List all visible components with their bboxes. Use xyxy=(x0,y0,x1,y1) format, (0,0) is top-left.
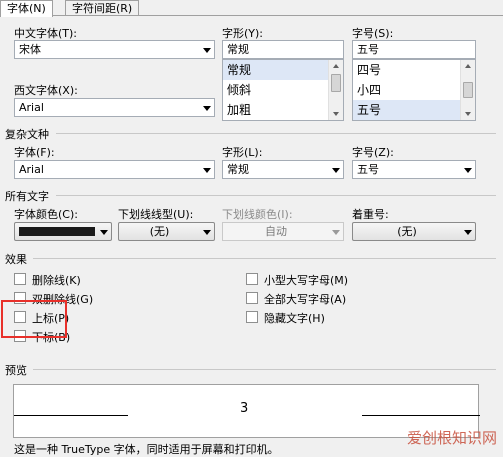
chevron-down-icon xyxy=(203,230,211,235)
font-size-value: 五号 xyxy=(357,43,379,56)
preview-note: 这是一种 TrueType 字体，同时适用于屏幕和打印机。 xyxy=(14,443,279,456)
divider xyxy=(33,258,496,259)
complex-style-select[interactable]: 常规 xyxy=(222,160,344,179)
chevron-down-icon xyxy=(464,168,472,173)
complex-size-label: 字号(Z): xyxy=(352,146,394,159)
chevron-down-icon xyxy=(464,230,472,235)
font-style-label: 字形(Y): xyxy=(222,27,264,40)
font-style-value: 常规 xyxy=(227,43,249,56)
all-caps-label[interactable]: 全部大写字母(A) xyxy=(264,291,346,307)
scroll-thumb[interactable] xyxy=(463,82,473,98)
preview-sample-text: 3 xyxy=(240,401,249,416)
all-caps-checkbox[interactable] xyxy=(246,292,258,304)
western-font-label: 西文字体(X): xyxy=(14,84,78,97)
western-font-select[interactable]: Arial xyxy=(14,98,215,117)
chevron-down-icon xyxy=(100,230,108,235)
complex-font-label: 字体(F): xyxy=(14,146,55,159)
scroll-down-icon[interactable] xyxy=(465,112,471,116)
chinese-font-value: 宋体 xyxy=(19,43,41,56)
highlight-box xyxy=(1,300,67,338)
underline-style-label: 下划线线型(U): xyxy=(118,208,194,221)
emphasis-mark-select[interactable]: (无) xyxy=(352,222,476,241)
font-style-input[interactable]: 常规 xyxy=(222,40,344,59)
strikethrough-label[interactable]: 删除线(K) xyxy=(32,272,81,288)
list-item[interactable]: 四号 xyxy=(353,60,475,80)
tab-character-spacing[interactable]: 字符间距(R) xyxy=(65,0,140,16)
font-size-list[interactable]: 四号 小四 五号 xyxy=(352,59,476,121)
complex-size-select[interactable]: 五号 xyxy=(352,160,476,179)
tab-panel-border xyxy=(0,15,503,16)
tab-font[interactable]: 字体(N) xyxy=(0,0,53,17)
divider xyxy=(56,133,496,134)
underline-color-select: 自动 xyxy=(222,222,344,241)
complex-style-value: 常规 xyxy=(227,163,249,176)
small-caps-checkbox[interactable] xyxy=(246,273,258,285)
chevron-down-icon xyxy=(332,230,340,235)
effects-section-title: 效果 xyxy=(5,253,27,266)
underline-style-select[interactable]: (无) xyxy=(118,222,215,241)
font-style-list[interactable]: 常规 倾斜 加粗 xyxy=(222,59,344,121)
western-font-value: Arial xyxy=(19,101,44,114)
strikethrough-checkbox[interactable] xyxy=(14,273,26,285)
color-swatch xyxy=(19,227,95,236)
preview-baseline-right xyxy=(362,415,480,416)
font-size-label: 字号(S): xyxy=(352,27,394,40)
scroll-down-icon[interactable] xyxy=(333,112,339,116)
font-size-input[interactable]: 五号 xyxy=(352,40,476,59)
font-color-picker[interactable] xyxy=(14,222,112,241)
chevron-down-icon xyxy=(203,168,211,173)
hidden-text-checkbox[interactable] xyxy=(246,311,258,323)
list-item[interactable]: 小四 xyxy=(353,80,475,100)
chinese-font-label: 中文字体(T): xyxy=(14,27,78,40)
scroll-thumb[interactable] xyxy=(331,74,341,92)
underline-color-label: 下划线颜色(I): xyxy=(222,208,293,221)
list-item[interactable]: 五号 xyxy=(353,100,475,120)
scrollbar[interactable] xyxy=(460,60,475,120)
underline-style-value: (无) xyxy=(149,225,170,238)
underline-color-value: 自动 xyxy=(265,225,287,238)
chevron-down-icon xyxy=(203,48,211,53)
list-item[interactable]: 加粗 xyxy=(223,100,343,120)
preview-section-title: 预览 xyxy=(5,364,27,377)
hidden-text-label[interactable]: 隐藏文字(H) xyxy=(264,310,325,326)
preview-baseline-left xyxy=(14,415,128,416)
chevron-down-icon xyxy=(203,106,211,111)
complex-font-select[interactable]: Arial xyxy=(14,160,215,179)
chevron-down-icon xyxy=(332,168,340,173)
list-item[interactable]: 常规 xyxy=(223,60,343,80)
watermark-text: 爱创根知识网 xyxy=(406,429,497,447)
scrollbar[interactable] xyxy=(328,60,343,120)
list-item[interactable]: 倾斜 xyxy=(223,80,343,100)
small-caps-label[interactable]: 小型大写字母(M) xyxy=(264,272,348,288)
complex-size-value: 五号 xyxy=(357,163,379,176)
complex-font-value: Arial xyxy=(19,163,44,176)
all-text-section-title: 所有文字 xyxy=(5,190,49,203)
chinese-font-select[interactable]: 宋体 xyxy=(14,40,215,59)
emphasis-mark-value: (无) xyxy=(397,225,417,238)
divider xyxy=(56,195,496,196)
complex-script-section-title: 复杂文种 xyxy=(5,128,49,141)
scroll-up-icon[interactable] xyxy=(333,64,339,68)
divider xyxy=(33,369,496,370)
font-color-label: 字体颜色(C): xyxy=(14,208,78,221)
emphasis-mark-label: 着重号: xyxy=(352,208,389,221)
scroll-up-icon[interactable] xyxy=(465,64,471,68)
complex-style-label: 字形(L): xyxy=(222,146,263,159)
